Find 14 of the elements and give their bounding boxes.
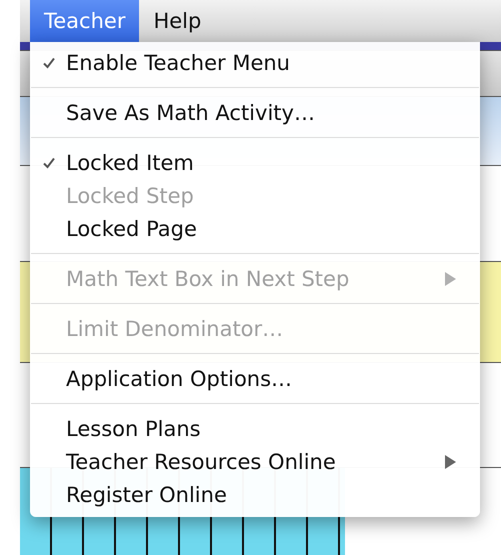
menu-item[interactable]: Lesson Plans <box>30 412 480 445</box>
menu-bar-item[interactable]: Teacher <box>30 0 140 42</box>
checkmark-icon <box>42 156 56 170</box>
menu-item[interactable]: Save As Math Activity… <box>30 96 480 129</box>
submenu-arrow-icon <box>444 272 456 286</box>
menu-item[interactable]: Locked Item <box>30 146 480 179</box>
checkmark-icon <box>42 56 56 70</box>
menu-item[interactable]: Application Options… <box>30 362 480 395</box>
menu-item[interactable]: Register Online <box>30 478 480 511</box>
menu-item[interactable]: Locked Page <box>30 212 480 245</box>
menu-item[interactable]: Teacher Resources Online <box>30 445 480 478</box>
submenu-arrow-icon <box>444 454 456 468</box>
menu-item[interactable]: Enable Teacher Menu <box>30 46 480 79</box>
menu-bar-item[interactable]: Help <box>139 0 216 42</box>
